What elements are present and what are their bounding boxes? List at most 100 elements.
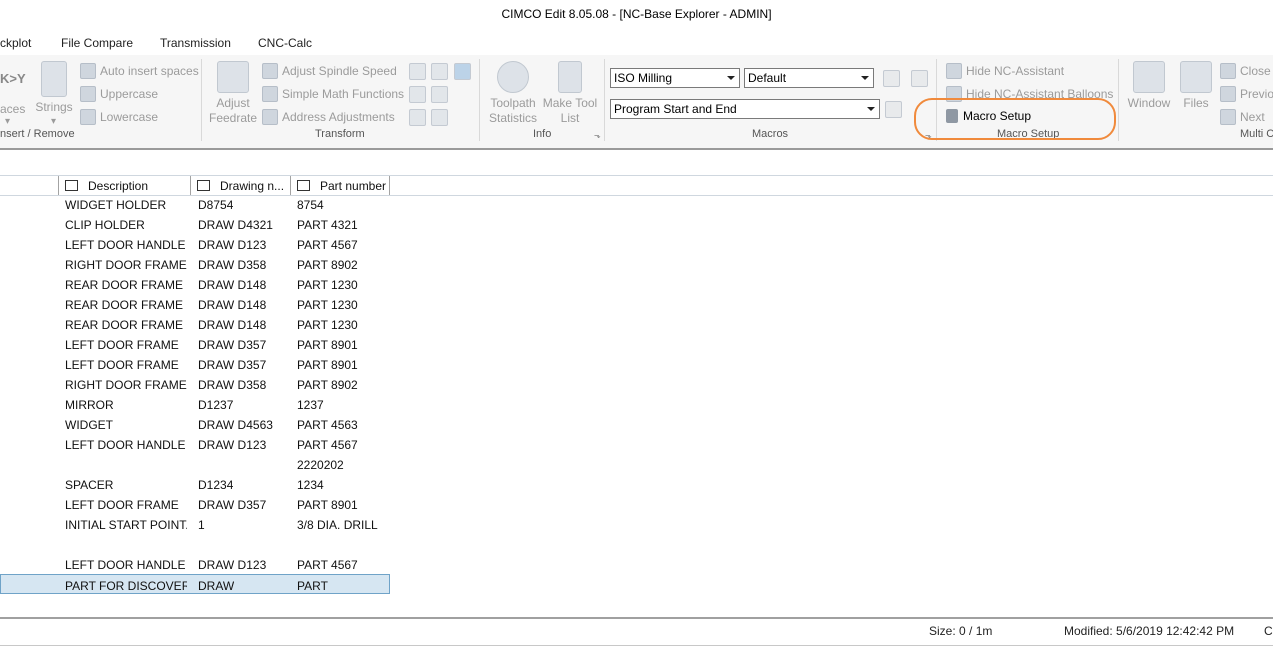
translate-icon[interactable]: [409, 109, 426, 126]
group-divider: [1118, 59, 1119, 141]
table-row[interactable]: RIGHT DOOR FRAME DRAW D358 PART 8902: [0, 254, 1273, 274]
cell-description: RIGHT DOOR FRAME: [65, 378, 187, 392]
macros-group-title: Macros: [752, 128, 789, 140]
insert-spaces-icon: [80, 63, 96, 79]
profile-select[interactable]: Default: [744, 68, 874, 88]
auto-insert-spaces-button[interactable]: Auto insert spaces: [80, 63, 199, 79]
cell-drawing-number: D1234: [198, 478, 234, 492]
insert-remove-partial-icon[interactable]: K>Y: [0, 71, 26, 86]
uppercase-button[interactable]: Uppercase: [80, 86, 158, 102]
table-row[interactable]: REAR DOOR FRAME DRAW D148 PART 1230: [0, 294, 1273, 314]
cell-drawing-number: DRAW: [198, 579, 235, 593]
table-row[interactable]: LEFT DOOR HANDLE DRAW D123 PART 4567: [0, 234, 1273, 254]
hide-nc-assistant-button[interactable]: Hide NC-Assistant: [946, 63, 1064, 79]
group-divider: [479, 59, 480, 141]
group-divider: [604, 59, 605, 141]
address-adjustments-button[interactable]: Address Adjustments: [262, 109, 395, 125]
cell-description: SPACER: [65, 478, 114, 492]
cell-part-number: PART 8902: [297, 378, 358, 392]
math-icon: [262, 86, 278, 102]
menu-cnc-calc[interactable]: CNC-Calc: [258, 36, 312, 50]
table-row[interactable]: REAR DOOR FRAME DRAW D148 PART 1230: [0, 274, 1273, 294]
make-tool-list-button[interactable]: Make Tool List: [541, 61, 599, 126]
table-row[interactable]: WIDGET DRAW D4563 PART 4563: [0, 414, 1273, 434]
window-button[interactable]: Window: [1124, 61, 1174, 111]
renumber-icon[interactable]: [431, 86, 448, 103]
macro-search-icon[interactable]: [911, 70, 928, 87]
table-row[interactable]: LEFT DOOR HANDLE DRAW D123 PART 4567: [0, 434, 1273, 454]
cell-description: LEFT DOOR FRAME: [65, 498, 179, 512]
scale-icon[interactable]: [409, 86, 426, 103]
cell-drawing-number: DRAW D357: [198, 338, 267, 352]
menu-backplot[interactable]: ckplot: [0, 36, 31, 50]
simple-math-functions-label: Simple Math Functions: [282, 87, 405, 101]
info-dialog-launcher-icon[interactable]: ⬎: [594, 131, 601, 140]
macro-key-icon[interactable]: [883, 70, 900, 87]
uppercase-icon: [80, 86, 96, 102]
table-row[interactable]: INITIAL START POINT... 1 3/8 DIA. DRILL: [0, 514, 1273, 534]
run-macro-icon[interactable]: [885, 101, 902, 118]
table-row[interactable]: [0, 534, 1273, 554]
column-header-part-number[interactable]: Part number: [291, 176, 390, 195]
adjust-feedrate-button[interactable]: Adjust Feedrate: [207, 61, 259, 126]
column-header-blank[interactable]: [0, 176, 59, 195]
cell-drawing-number: DRAW D357: [198, 358, 267, 372]
column-header-drawing-number[interactable]: Drawing n...: [191, 176, 291, 195]
cell-description: LEFT DOOR FRAME: [65, 338, 179, 352]
simple-math-functions-button[interactable]: Simple Math Functions: [262, 86, 404, 102]
cell-part-number: PART 1230: [297, 318, 358, 332]
cell-drawing-number: DRAW D358: [198, 258, 267, 272]
table-row[interactable]: REAR DOOR FRAME DRAW D148 PART 1230: [0, 314, 1273, 334]
lowercase-button[interactable]: Lowercase: [80, 109, 158, 125]
menu-file-compare[interactable]: File Compare: [61, 36, 133, 50]
spaces-dropdown-icon[interactable]: ▾: [5, 116, 10, 127]
multi-group-title: Multi C: [1240, 128, 1273, 140]
cell-description: MIRROR: [65, 398, 114, 412]
cell-part-number: 2220202: [297, 458, 344, 472]
mirror-icon[interactable]: [431, 63, 448, 80]
adjust-spindle-speed-button[interactable]: Adjust Spindle Speed: [262, 63, 397, 79]
rotate-icon[interactable]: [409, 63, 426, 80]
table-row[interactable]: WIDGET HOLDER D8754 8754: [0, 194, 1273, 214]
description-icon: [65, 180, 78, 191]
table-row[interactable]: CLIP HOLDER DRAW D4321 PART 4321: [0, 214, 1273, 234]
next-label: Next: [1240, 110, 1265, 124]
calculator-icon[interactable]: [454, 63, 471, 80]
table-row[interactable]: SPACER D1234 1234: [0, 474, 1273, 494]
previous-label: Previo: [1240, 87, 1273, 101]
cell-description: REAR DOOR FRAME: [65, 298, 184, 312]
window-title: CIMCO Edit 8.05.08 - [NC-Base Explorer -…: [501, 7, 772, 21]
tool-list-icon: [558, 61, 582, 93]
auto-insert-spaces-label: Auto insert spaces: [100, 64, 199, 78]
cell-part-number: PART 8901: [297, 498, 358, 512]
strings-button[interactable]: Strings: [34, 61, 74, 115]
table-row-selected[interactable]: PART FOR DISCOVERY DRAW PART: [0, 574, 390, 594]
strings-icon: [41, 61, 67, 97]
table-row[interactable]: LEFT DOOR FRAME DRAW D357 PART 8901: [0, 494, 1273, 514]
table-row[interactable]: LEFT DOOR HANDLE DRAW D123 PART 4567: [0, 554, 1273, 574]
files-button[interactable]: Files: [1176, 61, 1216, 111]
chevron-down-icon: [867, 107, 875, 111]
menu-transmission[interactable]: Transmission: [160, 36, 231, 50]
strings-dropdown-icon[interactable]: ▾: [51, 116, 56, 127]
cell-description: WIDGET: [65, 418, 113, 432]
table-row[interactable]: LEFT DOOR FRAME DRAW D357 PART 8901: [0, 334, 1273, 354]
cell-description: CLIP HOLDER: [65, 218, 145, 232]
group-divider: [201, 59, 202, 141]
close-window-button[interactable]: Close: [1220, 63, 1271, 79]
macro-select[interactable]: Program Start and End: [610, 99, 880, 119]
table-row[interactable]: RIGHT DOOR FRAME DRAW D358 PART 8902: [0, 374, 1273, 394]
tool-adjust-icon[interactable]: [431, 109, 448, 126]
previous-window-button[interactable]: Previo: [1220, 86, 1273, 102]
lowercase-label: Lowercase: [100, 110, 159, 124]
column-header-label: Drawing n...: [220, 178, 285, 193]
cell-part-number: 1234: [297, 478, 324, 492]
table-row[interactable]: LEFT DOOR FRAME DRAW D357 PART 8901: [0, 354, 1273, 374]
table-row[interactable]: MIRROR D1237 1237: [0, 394, 1273, 414]
spaces-button[interactable]: aces: [0, 102, 25, 116]
toolpath-statistics-button[interactable]: Toolpath Statistics: [485, 61, 541, 126]
column-header-description[interactable]: Description: [59, 176, 191, 195]
machine-select[interactable]: ISO Milling: [610, 68, 740, 88]
table-row[interactable]: 2220202: [0, 454, 1273, 474]
next-window-button[interactable]: Next: [1220, 109, 1265, 125]
